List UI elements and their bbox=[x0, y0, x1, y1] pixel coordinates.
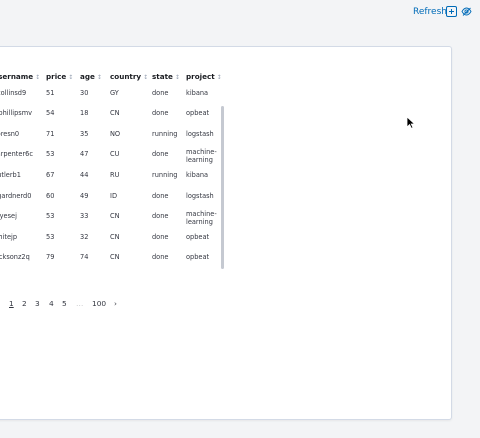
pagination-page-3[interactable]: 3 bbox=[35, 299, 40, 308]
pagination-page-1[interactable]: 1 bbox=[9, 299, 14, 308]
column-header-label: country bbox=[110, 72, 142, 81]
table-cell-age: 74 bbox=[80, 253, 89, 261]
inspect-icon[interactable] bbox=[461, 6, 472, 17]
column-header-label: age bbox=[80, 72, 95, 81]
table-cell-project: opbeat bbox=[186, 233, 210, 241]
table-cell-age: 47 bbox=[80, 150, 89, 158]
data-table-panel: username↕price↕age↕country↕state↕project… bbox=[0, 46, 452, 420]
table-cell-username: whitejp bbox=[0, 233, 18, 241]
table-cell-country: CN bbox=[110, 212, 120, 220]
table-cell-age: 18 bbox=[80, 109, 89, 117]
table-cell-country: RU bbox=[110, 171, 120, 179]
table-cell-state: running bbox=[152, 130, 178, 138]
column-header-age[interactable]: age ↕ bbox=[80, 72, 102, 81]
table-cell-project: logstash bbox=[186, 192, 214, 200]
table-cell-username: carpenter6c bbox=[0, 150, 33, 158]
table-cell-project: machine- learning bbox=[186, 148, 217, 164]
sort-icon: ↕ bbox=[68, 74, 74, 81]
sort-icon: ↕ bbox=[143, 74, 149, 81]
table-cell-price: 60 bbox=[46, 192, 55, 200]
table-cell-country: GY bbox=[110, 89, 119, 97]
column-header-country[interactable]: country ↕ bbox=[110, 72, 148, 81]
table-cell-username: ocollinsd9 bbox=[0, 89, 27, 97]
pagination-page-2[interactable]: 2 bbox=[22, 299, 27, 308]
table-cell-username: wphillipsmv bbox=[0, 109, 33, 117]
table-cell-state: done bbox=[152, 89, 169, 97]
table-cell-price: 53 bbox=[46, 212, 55, 220]
pagination-next-button[interactable]: › bbox=[114, 299, 117, 308]
fullscreen-icon[interactable] bbox=[446, 6, 457, 17]
pagination-page-4[interactable]: 4 bbox=[49, 299, 54, 308]
table-cell-price: 54 bbox=[46, 109, 55, 117]
table-scrollbar[interactable] bbox=[221, 106, 224, 269]
table-cell-country: ID bbox=[110, 192, 118, 200]
data-table: username↕price↕age↕country↕state↕project… bbox=[0, 59, 223, 269]
table-cell-project: opbeat bbox=[186, 109, 210, 117]
table-cell-username: reyesej bbox=[0, 212, 17, 220]
column-header-label: price bbox=[46, 72, 67, 81]
table-cell-project: machine- learning bbox=[186, 210, 217, 226]
sort-icon: ↕ bbox=[96, 74, 102, 81]
column-header-price[interactable]: price ↕ bbox=[46, 72, 73, 81]
table-cell-age: 35 bbox=[80, 130, 89, 138]
table-cell-username: lloresn0 bbox=[0, 130, 20, 138]
table-cell-state: done bbox=[152, 109, 169, 117]
table-cell-country: CN bbox=[110, 109, 120, 117]
table-cell-country: NO bbox=[110, 130, 121, 138]
table-cell-state: done bbox=[152, 233, 169, 241]
table-cell-project: logstash bbox=[186, 130, 214, 138]
table-cell-age: 44 bbox=[80, 171, 89, 179]
mouse-cursor-icon bbox=[406, 116, 416, 129]
sort-icon: ↕ bbox=[174, 74, 180, 81]
table-cell-project: opbeat bbox=[186, 253, 210, 261]
sort-icon: ↕ bbox=[35, 74, 41, 81]
sort-icon: ↕ bbox=[216, 74, 222, 81]
pagination-page-5[interactable]: 5 bbox=[62, 299, 67, 308]
column-header-label: project bbox=[186, 72, 215, 81]
table-cell-age: 32 bbox=[80, 233, 89, 241]
top-toolbar: Refresh bbox=[0, 0, 480, 28]
table-cell-age: 30 bbox=[80, 89, 89, 97]
column-header-label: state bbox=[152, 72, 173, 81]
table-cell-state: done bbox=[152, 150, 169, 158]
column-header-state[interactable]: state ↕ bbox=[152, 72, 180, 81]
table-cell-state: done bbox=[152, 192, 169, 200]
table-cell-username: hgardnerd0 bbox=[0, 192, 32, 200]
table-cell-country: CU bbox=[110, 150, 120, 158]
table-cell-country: CN bbox=[110, 253, 120, 261]
table-cell-username: jacksonz2q bbox=[0, 253, 30, 261]
column-header-username[interactable]: username↕ bbox=[0, 72, 40, 81]
table-cell-price: 67 bbox=[46, 171, 55, 179]
table-cell-price: 53 bbox=[46, 150, 55, 158]
table-cell-project: kibana bbox=[186, 89, 209, 97]
pagination-page-last[interactable]: 100 bbox=[92, 299, 106, 308]
table-cell-state: done bbox=[152, 253, 169, 261]
table-cell-price: 53 bbox=[46, 233, 55, 241]
column-header-project[interactable]: project ↕ bbox=[186, 72, 222, 81]
table-cell-state: done bbox=[152, 212, 169, 220]
table-cell-project: kibana bbox=[186, 171, 209, 179]
column-header-label: username bbox=[0, 72, 34, 81]
pagination-ellipsis: … bbox=[76, 299, 84, 308]
table-cell-country: CN bbox=[110, 233, 120, 241]
table-cell-price: 79 bbox=[46, 253, 55, 261]
table-cell-age: 49 bbox=[80, 192, 89, 200]
table-cell-username: butlerb1 bbox=[0, 171, 21, 179]
table-cell-age: 33 bbox=[80, 212, 89, 220]
refresh-button[interactable]: Refresh bbox=[413, 7, 447, 17]
table-cell-state: running bbox=[152, 171, 178, 179]
table-cell-price: 71 bbox=[46, 130, 55, 138]
table-cell-price: 51 bbox=[46, 89, 55, 97]
